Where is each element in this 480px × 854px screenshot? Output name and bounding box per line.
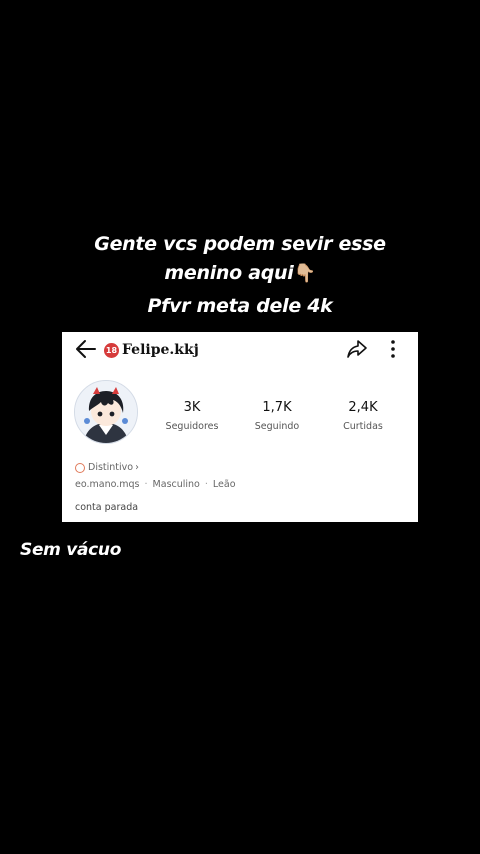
profile-info-line: eo.mano.mqs · Masculino · Leão	[75, 479, 236, 490]
caption-line-2-text: menino aqui	[164, 262, 294, 284]
profile-gender: Masculino	[152, 479, 200, 490]
profile-card: 18 Felipe.kkj 3K Seguidores 1,7K Seguind…	[62, 332, 418, 522]
distinctive-label: Distintivo	[88, 462, 134, 473]
stat-followers[interactable]: 3K Seguidores	[152, 400, 232, 432]
caption-line-2: menino aqui👇🏼	[0, 262, 480, 284]
profile-bio: conta parada	[75, 502, 139, 513]
more-options-icon[interactable]	[382, 338, 404, 360]
avatar[interactable]	[74, 380, 138, 444]
caption-line-1: Gente vcs podem sevir esse	[94, 233, 386, 255]
stat-likes[interactable]: 2,4K Curtidas	[323, 400, 403, 432]
separator: ·	[204, 479, 208, 490]
profile-sign: Leão	[212, 479, 236, 490]
profile-handle[interactable]: eo.mano.mqs	[75, 479, 140, 490]
followers-count: 3K	[183, 400, 201, 415]
age-badge: 18	[104, 342, 119, 358]
caption-line-3: Pfvr meta dele 4k	[147, 295, 333, 317]
distinctive-link[interactable]: Distintivo ›	[75, 462, 139, 473]
separator: ·	[144, 479, 148, 490]
share-icon[interactable]	[346, 338, 368, 360]
likes-label: Curtidas	[343, 421, 383, 432]
profile-username: Felipe.kkj	[122, 342, 199, 358]
back-arrow-icon[interactable]	[74, 338, 98, 360]
stat-following[interactable]: 1,7K Seguindo	[237, 400, 317, 432]
distinctive-icon	[75, 462, 85, 473]
bottom-caption: Sem vácuo	[20, 540, 122, 560]
profile-header: 18 Felipe.kkj	[104, 340, 199, 360]
following-label: Seguindo	[254, 421, 300, 432]
pointing-down-emoji: 👇🏼	[293, 263, 316, 284]
following-count: 1,7K	[262, 400, 292, 415]
followers-label: Seguidores	[165, 421, 219, 432]
likes-count: 2,4K	[348, 400, 378, 415]
chevron-right-icon: ›	[135, 462, 139, 473]
